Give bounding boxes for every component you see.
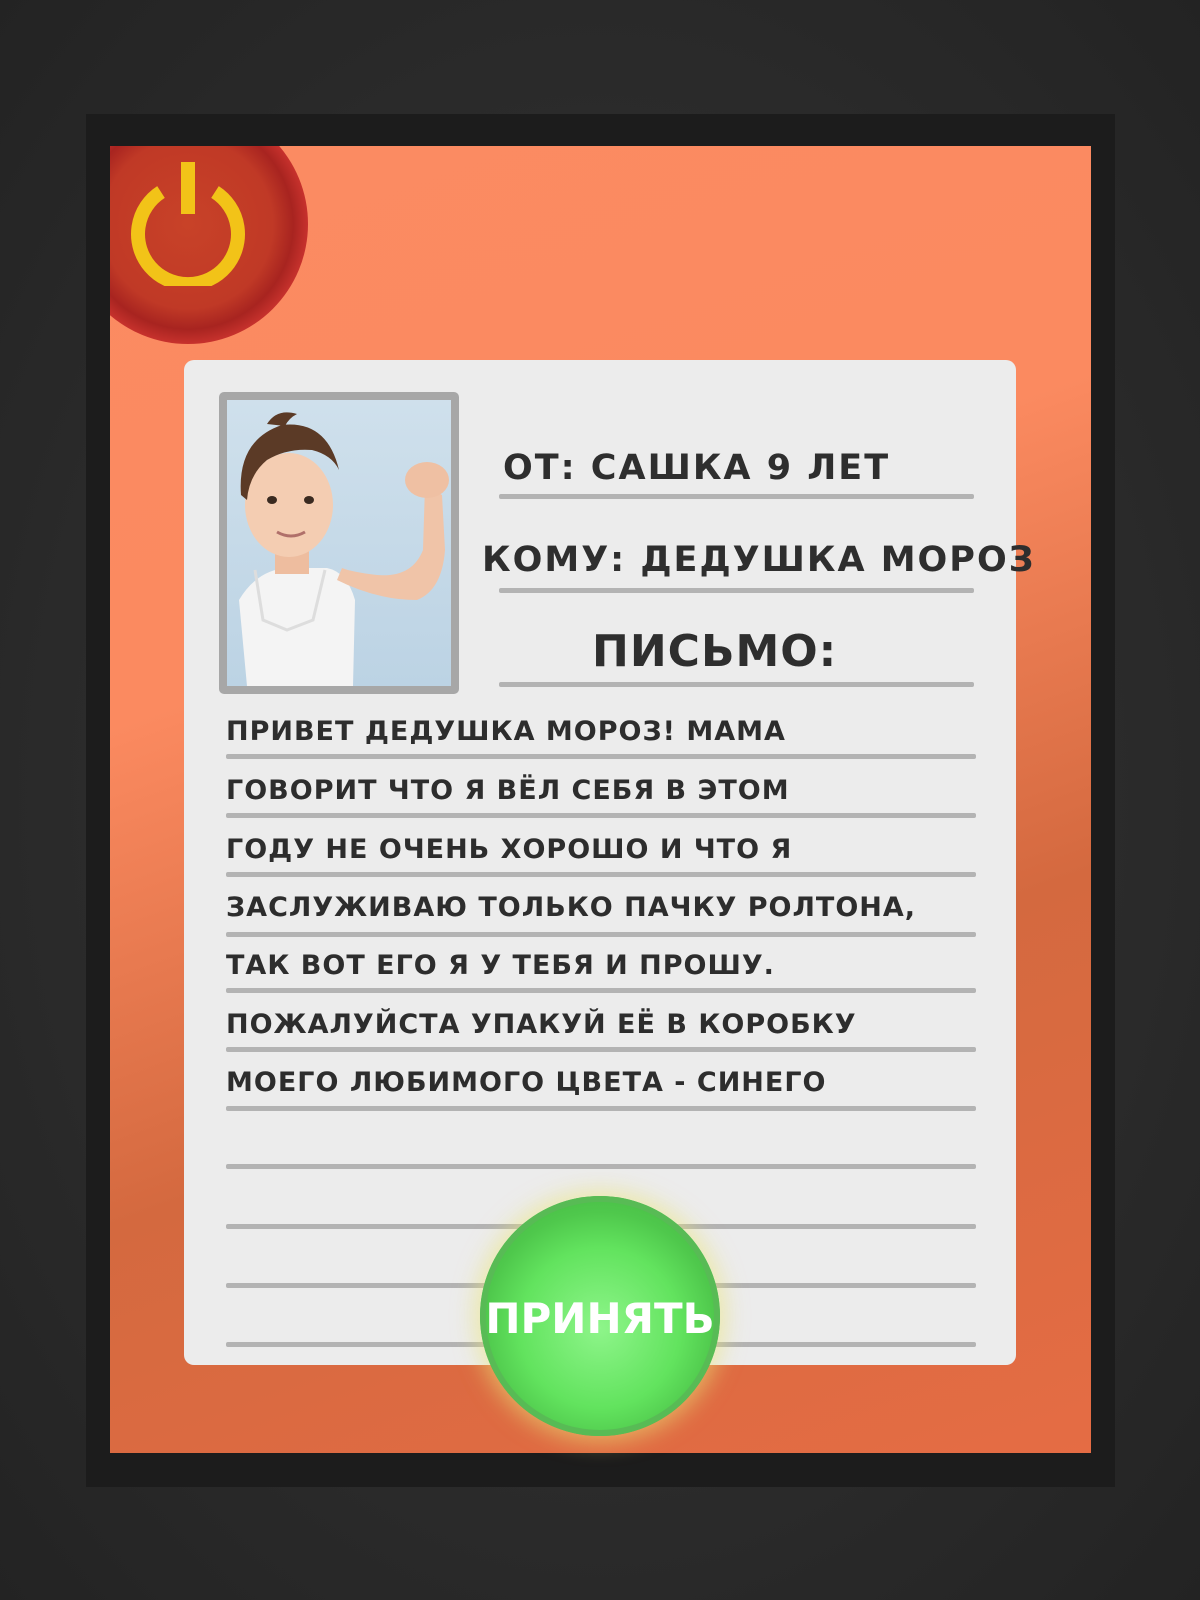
power-icon	[131, 162, 245, 286]
child-photo-image	[227, 400, 451, 686]
accept-button-label: ПРИНЯТЬ	[485, 1294, 715, 1343]
letter-line-2: ГОВОРИТ ЧТО Я ВЁЛ СЕБЯ В ЭТОМ	[226, 775, 790, 806]
letter-rule-8[interactable]	[226, 1164, 976, 1169]
letter-rule-4	[226, 932, 976, 937]
to-field: КОМУ: ДЕДУШКА МОРОЗ	[482, 540, 1036, 580]
letter-line-5: ТАК ВОТ ЕГО Я У ТЕБЯ И ПРОШУ.	[226, 950, 775, 981]
letter-heading: ПИСЬМО:	[592, 626, 838, 677]
letter-line-1: ПРИВЕТ ДЕДУШКА МОРОЗ! МАМА	[226, 716, 786, 747]
letter-line-6: ПОЖАЛУЙСТА УПАКУЙ ЕЁ В КОРОБКУ	[226, 1009, 857, 1040]
letter-rule-7	[226, 1106, 976, 1111]
to-underline	[499, 588, 974, 593]
letter-line-4: ЗАСЛУЖИВАЮ ТОЛЬКО ПАЧКУ РОЛТОНА,	[226, 892, 917, 923]
letter-heading-underline	[499, 682, 974, 687]
child-photo	[219, 392, 459, 694]
letter-rule-3	[226, 872, 976, 877]
letter-rule-1	[226, 754, 976, 759]
power-button[interactable]	[110, 146, 308, 344]
letter-line-3: ГОДУ НЕ ОЧЕНЬ ХОРОШО И ЧТО Я	[226, 834, 793, 865]
letter-rule-5	[226, 988, 976, 993]
letter-line-7: МОЕГО ЛЮБИМОГО ЦВЕТА - СИНЕГО	[226, 1067, 827, 1098]
from-underline	[499, 494, 974, 499]
accept-button[interactable]: ПРИНЯТЬ	[480, 1196, 720, 1436]
from-field: ОТ: САШКА 9 ЛЕТ	[503, 448, 891, 488]
letter-rule-2	[226, 813, 976, 818]
letter-rule-6	[226, 1047, 976, 1052]
